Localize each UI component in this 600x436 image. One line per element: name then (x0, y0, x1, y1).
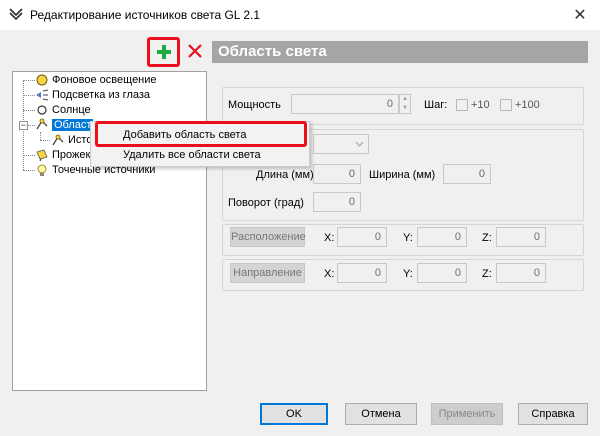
delete-light-button[interactable] (184, 40, 206, 62)
direction-y-input[interactable]: 0 (417, 263, 467, 283)
power-spinner[interactable]: ▲ ▼ (399, 94, 411, 114)
chevron-down-icon (355, 141, 364, 147)
collapse-toggle[interactable]: − (19, 121, 28, 130)
step-10-checkbox[interactable] (456, 99, 468, 111)
window-title: Редактирование источников света GL 2.1 (30, 8, 261, 22)
menu-highlight-frame (95, 121, 307, 147)
length-label: Длина (мм) (256, 169, 314, 181)
shape-combobox[interactable] (313, 134, 369, 154)
add-light-button[interactable] (147, 37, 180, 67)
properties-panel: Мощность 0 ▲ ▼ Шаг: +10 +100 Длина (мм) 0… (212, 71, 588, 391)
plus-icon (156, 45, 171, 59)
app-icon (9, 8, 23, 22)
spotlight-icon (35, 148, 49, 162)
close-icon: ✕ (573, 7, 587, 24)
loc-y-label: Y: (403, 232, 413, 244)
length-input[interactable]: 0 (313, 164, 361, 184)
cancel-button[interactable]: Отмена (345, 403, 417, 425)
dir-z-label: Z: (482, 268, 492, 280)
step-10-label: +10 (471, 99, 490, 111)
delete-icon (188, 44, 202, 58)
tree-item-area-light[interactable]: Област (35, 118, 94, 132)
light-source-icon (51, 133, 65, 147)
loc-x-label: X: (324, 232, 335, 244)
width-label: Ширина (мм) (369, 169, 436, 181)
step-label: Шаг: (424, 99, 448, 111)
rotation-label: Поворот (град) (228, 197, 304, 209)
tree-item-spotlight[interactable]: Прожек (35, 148, 90, 162)
tree-item-eye-light[interactable]: Подсветка из глаза (35, 88, 150, 102)
menu-item-delete-all-area-lights[interactable]: Удалить все области света (91, 145, 311, 165)
sun-icon (35, 103, 49, 117)
power-label: Мощность (228, 99, 281, 111)
direction-z-input[interactable]: 0 (496, 263, 546, 283)
tree-item-ambient[interactable]: Фоновое освещение (35, 73, 157, 87)
loc-z-label: Z: (482, 232, 492, 244)
location-x-input[interactable]: 0 (337, 227, 387, 247)
location-button[interactable]: Расположение (230, 227, 306, 247)
tree-item-source[interactable]: Исто (51, 133, 92, 147)
ok-button[interactable]: OK (260, 403, 328, 425)
title-bar: Редактирование источников света GL 2.1 ✕ (0, 0, 600, 30)
rotation-input[interactable]: 0 (313, 192, 361, 212)
direction-x-input[interactable]: 0 (337, 263, 387, 283)
location-z-input[interactable]: 0 (496, 227, 546, 247)
dir-y-label: Y: (403, 268, 413, 280)
step-100-checkbox[interactable] (500, 99, 512, 111)
area-light-icon (35, 118, 49, 132)
section-header: Область света (212, 41, 588, 63)
dir-x-label: X: (324, 268, 335, 280)
apply-button[interactable]: Применить (431, 403, 503, 425)
step-100-label: +100 (515, 99, 540, 111)
power-input[interactable]: 0 (291, 94, 399, 114)
help-button[interactable]: Справка (518, 403, 588, 425)
point-light-icon (35, 163, 49, 177)
eye-light-icon (35, 88, 49, 102)
direction-button[interactable]: Направление (230, 263, 305, 283)
tree-item-sun[interactable]: Солнце (35, 103, 91, 117)
close-window-button[interactable]: ✕ (560, 0, 600, 30)
width-input[interactable]: 0 (443, 164, 491, 184)
light-tree[interactable]: − Фоновое освещение Подсветка из глаза С… (12, 71, 207, 391)
location-y-input[interactable]: 0 (417, 227, 467, 247)
ambient-light-icon (35, 73, 49, 87)
